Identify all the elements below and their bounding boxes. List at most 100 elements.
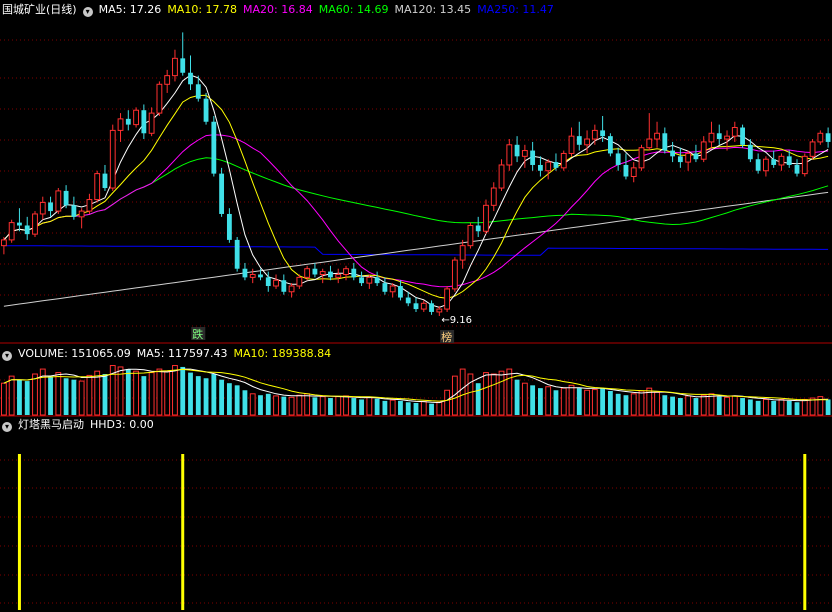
low-price-label: ←9.16 (441, 315, 472, 326)
volume-bar (506, 368, 513, 416)
volume-bar (219, 379, 225, 415)
candle-body (195, 84, 201, 99)
candle-body (762, 158, 769, 172)
candle-body (646, 138, 653, 149)
candle-body (825, 133, 831, 142)
candle-body (623, 164, 629, 177)
candle-body (398, 286, 403, 298)
candle-body (538, 164, 543, 171)
candle-body (693, 153, 699, 160)
volume-bar (825, 399, 831, 415)
volume-bar (288, 396, 295, 416)
volume-bar (716, 396, 722, 415)
volume-bar (273, 395, 279, 416)
volume-bar (63, 378, 69, 415)
volume-bar (335, 396, 342, 416)
volume-bar (312, 397, 318, 415)
volume-bar (265, 393, 271, 415)
candle-body (141, 110, 147, 134)
candle-body (553, 162, 559, 168)
candle-body (778, 155, 785, 166)
candle-body (429, 303, 434, 312)
volume-bar (731, 395, 738, 416)
signal-bar (17, 454, 21, 610)
volume-bar (490, 373, 497, 416)
volume-bar (343, 395, 349, 416)
volume-bar (226, 383, 232, 415)
volume-bar (436, 401, 443, 416)
candle-body (467, 224, 474, 247)
candle-body (382, 283, 388, 292)
candle-body (242, 268, 248, 278)
candle-body (794, 164, 800, 174)
volume-bar (568, 384, 575, 416)
candle-body (747, 144, 753, 160)
candle-body (71, 205, 77, 217)
volume-bar (71, 379, 77, 415)
candle-body (319, 271, 326, 275)
candle-body (389, 285, 396, 293)
candle-body (700, 141, 707, 160)
volume-bar (591, 389, 598, 416)
candle-body (444, 288, 451, 310)
volume-bar (382, 400, 388, 415)
volume-bar (521, 382, 528, 416)
volume-bar (24, 381, 30, 415)
candle-body (731, 127, 738, 137)
volume-bar (203, 378, 209, 415)
volume-bar (304, 393, 311, 416)
volume-bar (771, 400, 777, 415)
candle-body (17, 222, 22, 226)
candle-body (451, 259, 458, 290)
candle-body (304, 268, 311, 278)
volume-bar (319, 396, 326, 416)
candle-body (366, 276, 373, 284)
volume-bar (677, 398, 683, 415)
candle-body (654, 132, 660, 140)
candle-body (164, 75, 171, 85)
volume-bar (615, 393, 621, 415)
volume-bar (389, 399, 396, 416)
candle-body (685, 152, 692, 163)
volume-bar (420, 401, 427, 416)
candle-body (288, 285, 295, 293)
volume-bar (296, 394, 303, 416)
candle-body (172, 57, 178, 77)
volume-bar (374, 398, 380, 415)
volume-bar (78, 380, 85, 416)
candle-body (219, 173, 225, 214)
volume-bar (545, 386, 552, 416)
candle-body (638, 147, 645, 169)
mark-die: 跌 (192, 327, 203, 341)
volume-bar (700, 394, 707, 416)
kline-chart[interactable]: ←9.16 跌 榜 (0, 0, 832, 612)
volume-bar (630, 393, 637, 416)
volume-bar (429, 403, 434, 415)
volume-bar (576, 388, 582, 415)
signal-bar (803, 454, 807, 610)
volume-bar (133, 370, 139, 416)
volume-bar (530, 385, 536, 415)
volume-bar (584, 389, 590, 416)
candle-body (180, 58, 186, 73)
volume-bar (685, 395, 692, 416)
candle-body (576, 136, 582, 145)
volume-bar (148, 372, 155, 416)
volume-bar (778, 398, 785, 416)
candle-body (312, 268, 318, 275)
volume-bar (801, 398, 808, 416)
candle-body (630, 167, 637, 177)
volume-bar (125, 369, 131, 415)
candle-body (708, 132, 715, 143)
volume-bar (86, 374, 93, 416)
volume-bar (638, 390, 645, 416)
volume-bar (141, 376, 147, 415)
volume-bar (794, 402, 800, 415)
volume-bar (281, 396, 287, 415)
volume-bar (755, 400, 761, 415)
candle-body (335, 273, 342, 278)
volume-bar (444, 389, 451, 416)
candle-body (591, 129, 598, 140)
volume-bar (762, 398, 769, 416)
candle-body (436, 308, 443, 313)
